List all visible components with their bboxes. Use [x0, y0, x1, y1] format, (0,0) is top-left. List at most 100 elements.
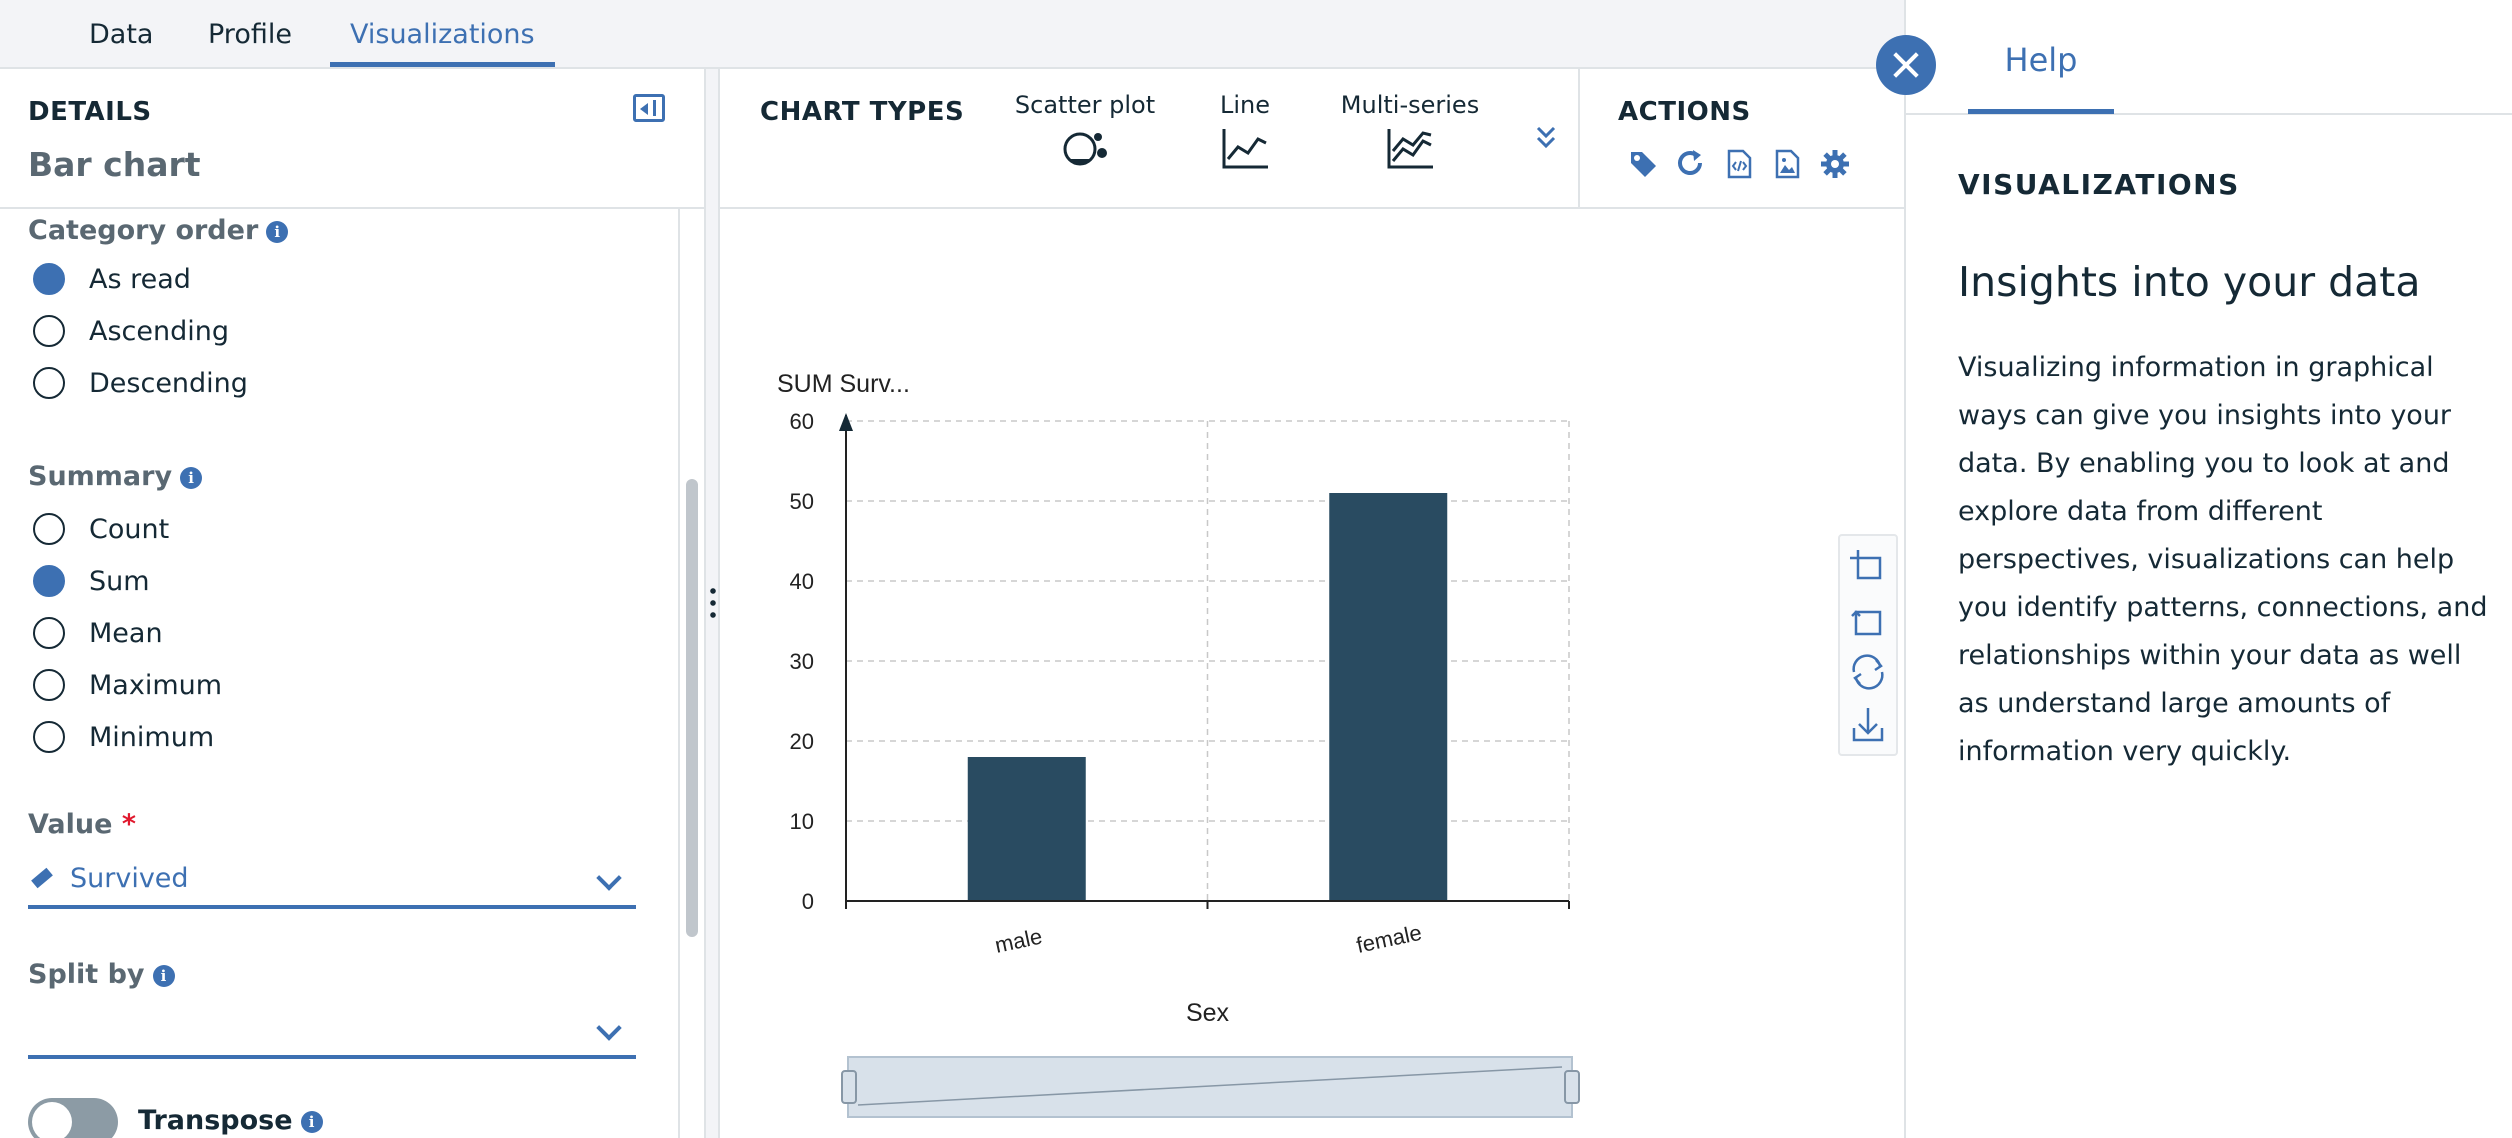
y-tick-label: 10	[790, 809, 814, 834]
tab-profile[interactable]: Profile	[208, 0, 292, 67]
radio-icon[interactable]	[33, 367, 65, 399]
chevron-down-icon[interactable]	[596, 1015, 622, 1041]
info-icon[interactable]: i	[152, 964, 175, 987]
close-help-icon[interactable]	[1876, 35, 1936, 95]
radio-count[interactable]: Count	[33, 509, 169, 549]
collapse-panel-icon[interactable]	[633, 94, 665, 122]
ruler-icon	[31, 867, 53, 889]
y-tick-label: 50	[790, 489, 814, 514]
radio-label: Mean	[89, 617, 163, 649]
info-icon[interactable]: i	[300, 1110, 323, 1133]
radio-selected-icon[interactable]	[33, 263, 65, 295]
transpose-toggle[interactable]	[28, 1098, 118, 1138]
gear-icon[interactable]	[1820, 149, 1850, 179]
x-tick-label: male	[993, 924, 1045, 958]
radio-icon[interactable]	[33, 315, 65, 347]
radio-icon[interactable]	[33, 617, 65, 649]
expand-chart-types-icon[interactable]	[1536, 124, 1556, 154]
radio-as-read[interactable]: As read	[33, 259, 191, 299]
radio-label: As read	[89, 263, 191, 295]
value-text: Value	[28, 809, 113, 840]
chart-types-heading: CHART TYPES	[760, 97, 965, 127]
drag-handle-icon[interactable]	[710, 585, 716, 621]
range-slider[interactable]	[847, 1056, 1573, 1118]
radio-maximum[interactable]: Maximum	[33, 665, 222, 705]
chart-type-label: Line	[1219, 91, 1270, 119]
y-tick-label: 60	[790, 409, 814, 434]
help-title: Insights into your data	[1958, 258, 2421, 306]
y-axis-arrow	[839, 413, 853, 431]
panel-splitter[interactable]	[706, 69, 720, 1138]
scatter-plot-icon	[1063, 132, 1107, 166]
x-axis-label: Sex	[1186, 999, 1230, 1027]
actions-bar: ACTIONS	[1578, 69, 1904, 209]
chart-area: SUM Surv... 0 10 20 30 40 50 60 male female Sex	[720, 209, 1904, 1138]
category-order-text: Category order	[28, 215, 259, 246]
chart-name: Bar chart	[28, 145, 201, 184]
radio-selected-icon[interactable]	[33, 565, 65, 597]
category-order-label: Category order i	[28, 215, 289, 246]
radio-minimum[interactable]: Minimum	[33, 717, 214, 757]
value-selected: Survived	[70, 863, 189, 894]
radio-label: Descending	[89, 367, 248, 399]
code-icon[interactable]	[1724, 149, 1754, 179]
chart-type-multi-series[interactable]: Multi-series	[1310, 91, 1510, 177]
help-panel: Help VISUALIZATIONS Insights into your d…	[1904, 0, 2512, 1138]
range-slider-handle-right[interactable]	[1564, 1070, 1580, 1104]
split-by-label: Split by i	[28, 959, 175, 990]
value-select[interactable]: Survived	[28, 857, 636, 909]
refresh-icon[interactable]	[1676, 149, 1706, 179]
tab-visualizations[interactable]: Visualizations	[330, 0, 555, 67]
sync-icon[interactable]	[1852, 654, 1884, 690]
bar-male[interactable]	[967, 757, 1086, 901]
radio-label: Minimum	[89, 721, 215, 753]
required-mark: *	[121, 809, 136, 840]
info-icon[interactable]: i	[180, 466, 203, 489]
download-icon[interactable]	[1852, 708, 1884, 742]
radio-icon[interactable]	[33, 721, 65, 753]
details-heading: DETAILS	[28, 97, 152, 127]
help-tab-bar: Help	[1906, 0, 2512, 115]
y-tick-label: 30	[790, 649, 814, 674]
chart-toolbar	[1838, 534, 1898, 756]
line-chart-icon	[1222, 129, 1268, 169]
chevron-down-icon[interactable]	[596, 865, 622, 891]
details-panel: DETAILS Bar chart Category order i As rea…	[0, 69, 706, 1138]
multi-series-icon	[1387, 129, 1433, 169]
y-tick-label: 40	[790, 569, 814, 594]
y-tick-label: 20	[790, 729, 814, 754]
top-tab-bar: Data Profile Visualizations	[0, 0, 1904, 69]
reset-zoom-icon[interactable]	[1851, 610, 1882, 636]
radio-label: Count	[89, 513, 170, 545]
radio-mean[interactable]: Mean	[33, 613, 163, 653]
radio-label: Sum	[89, 565, 150, 597]
split-by-select[interactable]	[28, 1007, 636, 1059]
radio-icon[interactable]	[33, 669, 65, 701]
chart-type-label: Multi-series	[1340, 91, 1480, 119]
radio-descending[interactable]: Descending	[33, 363, 248, 403]
radio-icon[interactable]	[33, 513, 65, 545]
radio-sum[interactable]: Sum	[33, 561, 150, 601]
image-icon[interactable]	[1772, 149, 1802, 179]
info-icon[interactable]: i	[266, 220, 289, 243]
summary-label: Summary i	[28, 461, 203, 492]
tag-icon[interactable]	[1628, 149, 1658, 179]
chart-type-line[interactable]: Line	[1190, 91, 1300, 177]
chart-title: SUM Surv...	[777, 370, 910, 398]
chart-types-bar: CHART TYPES Scatter plot Line Multi-seri…	[720, 69, 1578, 209]
chart-type-scatter[interactable]: Scatter plot	[1000, 91, 1170, 181]
help-body: Visualizing information in graphical way…	[1958, 352, 2488, 767]
split-by-text: Split by	[28, 959, 145, 990]
scrollbar[interactable]	[686, 479, 698, 937]
radio-label: Ascending	[89, 315, 229, 347]
tab-data[interactable]: Data	[89, 0, 153, 67]
range-slider-handle-left[interactable]	[841, 1070, 857, 1104]
radio-ascending[interactable]: Ascending	[33, 311, 229, 351]
actions-heading: ACTIONS	[1618, 97, 1751, 127]
help-heading: VISUALIZATIONS	[1958, 168, 2240, 201]
bar-chart: SUM Surv... 0 10 20 30 40 50 60 male female Sex	[777, 370, 1580, 1118]
bar-female[interactable]	[1329, 493, 1448, 901]
value-label: Value *	[28, 809, 136, 840]
crop-icon[interactable]	[1850, 550, 1882, 580]
tab-help[interactable]: Help	[1968, 0, 2114, 114]
